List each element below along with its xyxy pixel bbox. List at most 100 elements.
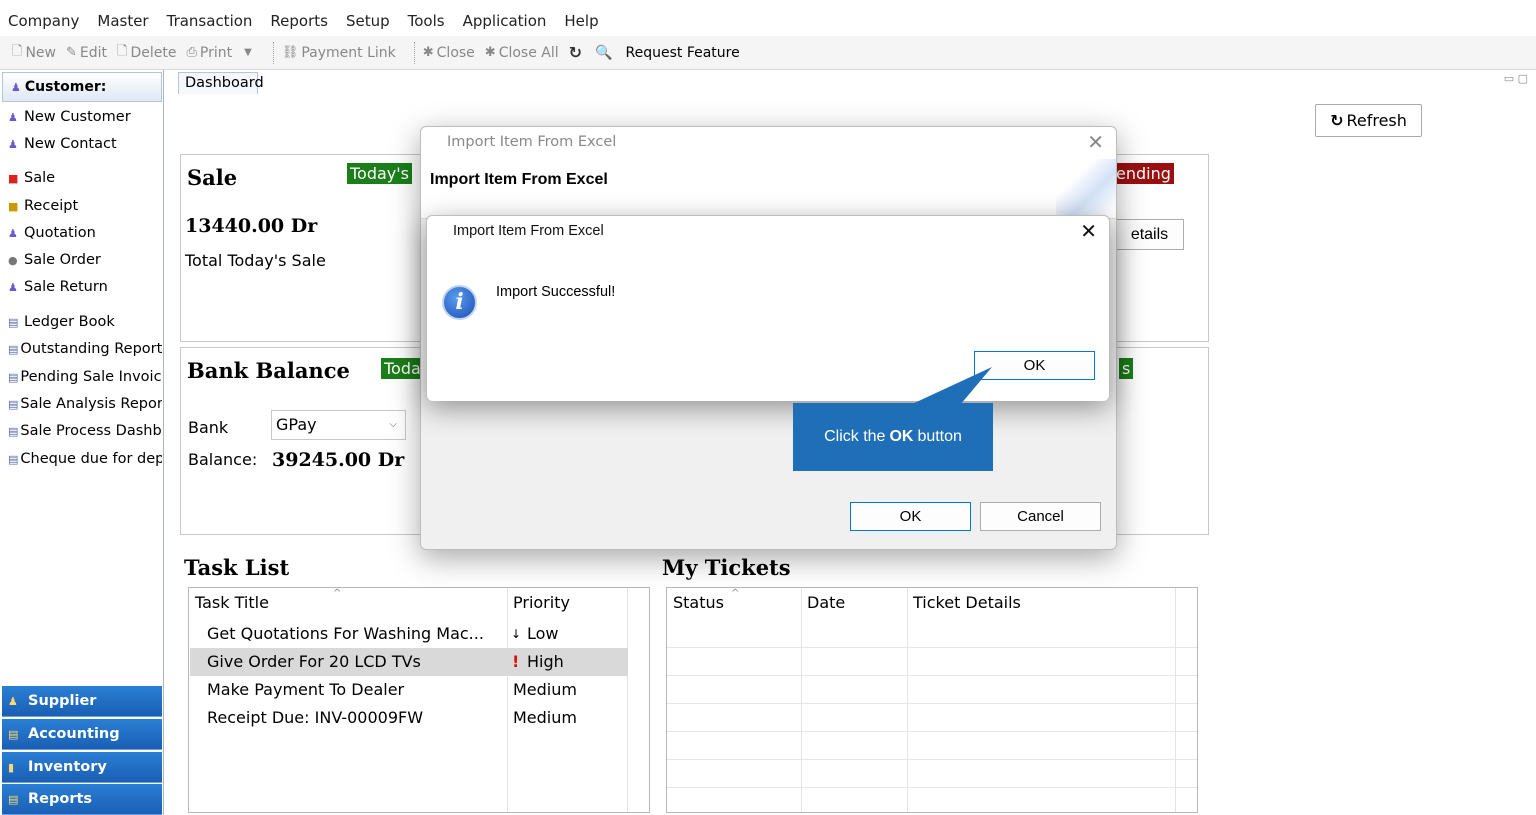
sidebar-header-customer[interactable]: ♟ Customer: — [2, 72, 162, 102]
customer-icon: ♟ — [8, 110, 18, 124]
bank-select[interactable]: GPay ⌵ — [271, 410, 406, 440]
outer-cancel-button[interactable]: Cancel — [980, 502, 1101, 531]
sidebar-item-sale-return[interactable]: ♟ Sale Return — [8, 279, 162, 295]
column-header-task-title[interactable]: Task Title — [189, 588, 269, 618]
callout-pointer — [910, 367, 992, 405]
row-divider — [667, 647, 1197, 648]
toolbar-separator — [413, 41, 415, 64]
sidebar-item-label: Sale Return — [24, 279, 108, 295]
close-button[interactable]: ✱ Close — [423, 45, 475, 61]
search-button[interactable]: 🔍 — [595, 45, 615, 61]
sale-caption: Total Today's Sale — [185, 251, 326, 270]
table-row-selected[interactable]: Give Order For 20 LCD TVs ! High — [190, 648, 628, 676]
sidebar-group-reports[interactable]: ▤ Reports — [2, 784, 162, 815]
toolbar: 🗋 New ✎ Edit 🗋 Delete ⎙ Print ▼ ⛓ Payment Link… — [0, 36, 1536, 70]
bank-right-tag: s — [1119, 358, 1134, 379]
sidebar-item-new-contact[interactable]: ♟ New Contact — [8, 136, 162, 152]
reload-button[interactable]: ↻ — [569, 43, 585, 62]
sidebar-item-outstanding-report[interactable]: ▤ Outstanding Report — [8, 341, 162, 357]
window-controls[interactable]: ▭ ▢ — [1504, 72, 1528, 85]
menu-setup[interactable]: Setup — [346, 12, 390, 30]
menu-tools[interactable]: Tools — [408, 12, 445, 30]
close-icon[interactable]: ✕ — [1080, 219, 1097, 243]
close-all-button[interactable]: ✱ Close All — [485, 45, 559, 61]
print-button[interactable]: ⎙ Print ▼ — [186, 45, 254, 61]
sidebar-group-accounting[interactable]: ▤ Accounting — [2, 719, 162, 750]
table-row[interactable]: Get Quotations For Washing Mac... ↓ Low — [190, 620, 628, 648]
payment-link-label: Payment Link — [301, 44, 396, 61]
sidebar-item-sale-analysis-report[interactable]: ▤ Sale Analysis Report — [8, 396, 162, 412]
customer-icon: ♟ — [11, 80, 21, 94]
request-feature-button[interactable]: Request Feature — [626, 45, 740, 61]
menu-company[interactable]: Company — [8, 12, 79, 30]
report-icon: ▤ — [8, 452, 19, 466]
sale-return-icon: ♟ — [8, 280, 18, 294]
balance-label: Balance: — [188, 450, 258, 469]
info-icon: i — [442, 285, 477, 320]
edit-button[interactable]: ✎ Edit — [66, 45, 107, 61]
report-icon: ▤ — [8, 397, 19, 411]
sidebar-item-sale-order[interactable]: ● Sale Order — [8, 252, 162, 268]
column-header-priority[interactable]: Priority — [507, 588, 570, 618]
pending-tag: ending — [1113, 163, 1174, 184]
sale-order-icon: ● — [8, 253, 18, 267]
new-button[interactable]: 🗋 New — [12, 42, 56, 64]
row-divider — [667, 703, 1197, 704]
task-title-cell: Receipt Due: INV-00009FW — [207, 708, 424, 727]
close-all-label: Close All — [498, 44, 559, 61]
inventory-icon: ▮ — [8, 760, 15, 774]
sidebar-item-cheque-due[interactable]: ▤Cheque due for depos — [8, 451, 162, 467]
row-divider — [667, 759, 1197, 760]
sidebar-item-receipt[interactable]: ■ Receipt — [8, 198, 162, 214]
sort-caret-icon: ^ — [731, 588, 740, 599]
column-divider — [801, 588, 802, 812]
menu-reports[interactable]: Reports — [270, 12, 328, 30]
column-header-status[interactable]: Status — [667, 588, 724, 618]
outer-ok-button[interactable]: OK — [850, 502, 971, 531]
sidebar-item-quotation[interactable]: ♟ Quotation — [8, 225, 162, 241]
sidebar-item-sale-process-dashboard[interactable]: ▤Sale Process Dashboa — [8, 423, 162, 439]
sidebar-item-label: Ledger Book — [24, 314, 115, 330]
reload-icon: ↻ — [568, 43, 583, 62]
column-header-ticket-details[interactable]: Ticket Details — [907, 588, 1021, 618]
balance-value: 39245.00 Dr — [272, 449, 405, 471]
sidebar-item-ledger-book[interactable]: ▤ Ledger Book — [8, 314, 162, 330]
print-label: Print — [199, 44, 233, 61]
sidebar-group-inventory[interactable]: ▮ Inventory — [2, 752, 162, 783]
sidebar-item-label: Sale — [24, 170, 56, 186]
menu-application[interactable]: Application — [463, 12, 547, 30]
menu-help[interactable]: Help — [564, 12, 598, 30]
sidebar-group-label: Inventory — [28, 759, 107, 775]
column-divider — [907, 588, 908, 812]
bank-select-value: GPay — [276, 415, 317, 434]
bank-label: Bank — [188, 418, 229, 437]
tab-dashboard[interactable]: Dashboard — [178, 72, 264, 94]
sort-caret-icon: ^ — [333, 588, 342, 599]
sidebar-item-pending-sale-invoices[interactable]: ▤Pending Sale Invoices — [8, 369, 162, 385]
reports-icon: ▤ — [8, 792, 19, 806]
delete-button[interactable]: 🗋 Delete — [117, 42, 176, 64]
payment-link-button[interactable]: ⛓ Payment Link — [282, 45, 396, 61]
priority-cell: Low — [527, 624, 559, 643]
bank-balance-title: Bank Balance — [187, 358, 350, 383]
close-icon[interactable]: ✕ — [1087, 130, 1104, 154]
supplier-icon: ♟ — [8, 694, 18, 708]
column-header-date[interactable]: Date — [801, 588, 845, 618]
sidebar-item-sale[interactable]: ■ Sale — [8, 170, 162, 186]
sidebar-item-new-customer[interactable]: ♟ New Customer — [8, 109, 162, 125]
table-row[interactable]: Make Payment To Dealer Medium — [190, 676, 628, 704]
chevron-down-icon: ⌵ — [389, 419, 397, 430]
request-feature-label: Request Feature — [625, 44, 740, 61]
row-divider — [667, 787, 1197, 788]
table-row[interactable]: Receipt Due: INV-00009FW Medium — [190, 704, 628, 732]
menu-master[interactable]: Master — [97, 12, 148, 30]
close-all-icon: ✱ — [484, 45, 496, 60]
task-title-cell: Make Payment To Dealer — [207, 680, 405, 699]
chevron-down-icon[interactable]: ▼ — [244, 47, 252, 58]
details-button[interactable]: etails — [1116, 219, 1184, 250]
sidebar-group-supplier[interactable]: ♟ Supplier — [2, 686, 162, 717]
menu-transaction[interactable]: Transaction — [167, 12, 253, 30]
sale-value: 13440.00 Dr — [185, 215, 318, 237]
sidebar-item-label: Pending Sale Invoices — [20, 369, 162, 385]
refresh-button[interactable]: ↻ Refresh — [1315, 104, 1422, 137]
